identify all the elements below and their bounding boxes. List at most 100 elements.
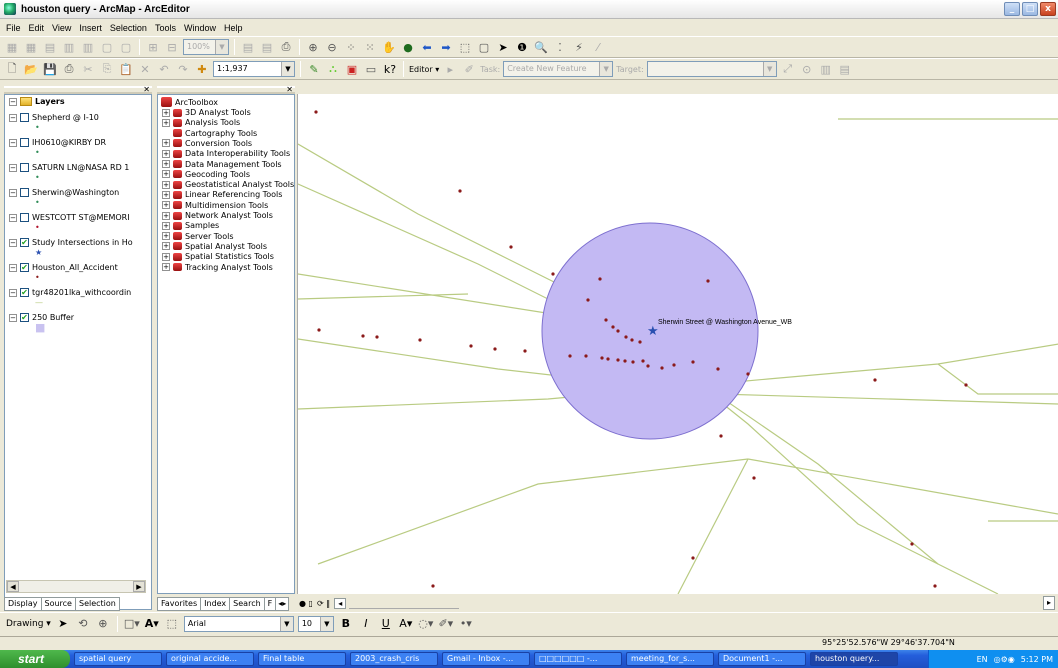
map-scroll-left-icon[interactable]: ◂ (334, 597, 347, 609)
expand-icon[interactable]: + (162, 139, 170, 148)
copy-icon[interactable]: ⎘ (99, 61, 115, 77)
fixed-zoom-in-icon[interactable]: ⁘ (343, 39, 359, 55)
layer-visibility-checkbox[interactable]: ✔ (20, 313, 29, 322)
toolbox-item[interactable]: + Spatial Statistics Tools (162, 252, 274, 261)
taskbar-window-button[interactable]: Final table (258, 652, 346, 666)
collapse-icon[interactable]: − (9, 163, 17, 172)
back-extent-icon[interactable]: ⬅ (419, 39, 435, 55)
full-extent-icon[interactable]: ● (400, 39, 416, 55)
map-scroll-right-icon[interactable]: ▸ (1042, 596, 1055, 610)
map-hscroll-track[interactable] (349, 598, 460, 609)
rectangle-icon[interactable]: □▾ (124, 616, 140, 632)
taskbar-window-button[interactable]: 2003_crash_cris (350, 652, 438, 666)
toolbox-item[interactable]: + Tracking Analyst Tools (162, 263, 273, 272)
frame-icon[interactable]: ▢ (99, 39, 115, 55)
editor-layout-icon[interactable]: ⎙ (278, 39, 294, 55)
cut-icon[interactable]: ✂ (80, 61, 96, 77)
toc-hscrollbar[interactable]: ◀ ▶ (6, 580, 146, 593)
grid-icon[interactable]: ▥ (61, 39, 77, 55)
page-zoom-icon[interactable]: ⊟ (164, 39, 180, 55)
menu-selection[interactable]: Selection (110, 23, 147, 33)
toolbox-item[interactable]: + Geocoding Tools (162, 170, 250, 179)
taskbar-window-button[interactable]: Gmail - Inbox -... (442, 652, 530, 666)
toolbox-item[interactable]: Cartography Tools (162, 129, 257, 138)
toc-layer-row[interactable]: − Shepherd @ I-10 (9, 113, 99, 122)
redo-icon[interactable]: ↷ (175, 61, 191, 77)
paste-icon[interactable]: 📋 (118, 61, 134, 77)
expand-icon[interactable]: + (162, 211, 170, 220)
collapse-icon[interactable]: − (9, 238, 17, 247)
add-data-icon[interactable]: ✚ (194, 61, 210, 77)
editor-toolbar-icon[interactable]: ✎ (306, 61, 322, 77)
arctoolbox-root[interactable]: ArcToolbox (161, 97, 218, 107)
scroll-right-icon[interactable]: ▶ (133, 581, 145, 592)
tab-index[interactable]: Index (200, 597, 231, 611)
taskbar-window-button[interactable]: Document1 -... (718, 652, 806, 666)
collapse-icon[interactable]: − (9, 97, 17, 106)
rotate-icon[interactable]: ⟲ (75, 616, 91, 632)
measure-icon[interactable]: ⁚ (552, 39, 568, 55)
taskbar-window-button[interactable]: houston query... (810, 652, 898, 666)
arctoolbox-icon[interactable]: ▣ (344, 61, 360, 77)
tab-search[interactable]: Search (229, 597, 265, 611)
target-combo[interactable]: ▼ (646, 61, 777, 77)
menu-view[interactable]: View (52, 23, 71, 33)
zoom-out-icon[interactable]: ⊖ (324, 39, 340, 55)
toolbox-item[interactable]: + Multidimension Tools (162, 201, 268, 210)
layer-visibility-checkbox[interactable] (20, 163, 29, 172)
tab-display[interactable]: Display (4, 597, 42, 611)
expand-icon[interactable]: + (162, 263, 170, 271)
layout-zoom-combo[interactable]: 100% ▼ (183, 39, 229, 55)
menu-tools[interactable]: Tools (155, 23, 176, 33)
print-icon[interactable]: ⎙ (61, 61, 77, 77)
grid-icon-2[interactable]: ▥ (80, 39, 96, 55)
hyperlink-icon[interactable]: ⚡ (571, 39, 587, 55)
close-button[interactable]: x (1040, 2, 1056, 16)
scroll-left-icon[interactable]: ◀ (7, 581, 19, 592)
table-icon[interactable]: ▥ (818, 61, 834, 77)
map-view[interactable]: ★ Sherwin Street @ Washington Avenue_WB (297, 94, 1058, 594)
menu-window[interactable]: Window (184, 23, 216, 33)
expand-icon[interactable]: + (162, 118, 170, 127)
command-line-icon[interactable]: ▭ (363, 61, 379, 77)
sketch-properties-icon[interactable]: ⤢ (780, 61, 796, 77)
editor-menu[interactable]: Editor ▾ (409, 65, 439, 74)
italic-icon[interactable]: I (358, 616, 374, 632)
find-icon[interactable]: 🔍 (533, 39, 549, 55)
toc-layer-row[interactable]: − WESTCOTT ST@MEMORI (9, 213, 130, 222)
layer-visibility-checkbox[interactable]: ✔ (20, 288, 29, 297)
toolbox-item[interactable]: + Data Interoperability Tools (162, 149, 290, 158)
line-color-icon[interactable]: ✐▾ (438, 616, 454, 632)
attributes-icon[interactable]: ⊙ (799, 61, 815, 77)
expand-icon[interactable]: + (162, 180, 170, 189)
collapse-icon[interactable]: − (9, 188, 17, 197)
map-scale-combo[interactable]: 1:1,937 ▼ (213, 61, 295, 77)
select-elements-icon[interactable]: ➤ (55, 616, 71, 632)
pen-icon[interactable]: ⁄ (590, 39, 606, 55)
font-color-icon[interactable]: A▾ (398, 616, 414, 632)
delete-icon[interactable]: ✕ (137, 61, 153, 77)
menu-edit[interactable]: Edit (29, 23, 45, 33)
frame-icon-2[interactable]: ▢ (118, 39, 134, 55)
toolbox-item[interactable]: + Analysis Tools (162, 118, 240, 127)
language-indicator[interactable]: EN (977, 655, 988, 664)
edit-tool-icon[interactable]: ▸ (442, 61, 458, 77)
menu-help[interactable]: Help (224, 23, 243, 33)
maximize-button[interactable]: □ (1022, 2, 1038, 16)
expand-icon[interactable]: + (162, 201, 170, 210)
sketch-tool-icon[interactable]: ✐ (461, 61, 477, 77)
identify-icon[interactable]: ❶ (514, 39, 530, 55)
task-combo[interactable]: Create New Feature ▼ (503, 61, 614, 77)
edit-vertices-icon[interactable]: ⬚ (164, 616, 180, 632)
layer-visibility-checkbox[interactable]: ✔ (20, 263, 29, 272)
whats-this-icon[interactable]: k? (382, 61, 398, 77)
toolbox-item[interactable]: +3D Analyst Tools (162, 108, 251, 117)
arccatalog-icon[interactable]: ⛬ (325, 61, 341, 77)
text-icon[interactable]: A▾ (144, 616, 160, 632)
menu-insert[interactable]: Insert (79, 23, 102, 33)
expand-icon[interactable]: + (162, 160, 170, 168)
undo-icon[interactable]: ↶ (156, 61, 172, 77)
bold-icon[interactable]: B (338, 616, 354, 632)
clear-selection-icon[interactable]: ▢ (476, 39, 492, 55)
toc-layer-row[interactable]: − IH0610@KIRBY DR (9, 138, 106, 147)
